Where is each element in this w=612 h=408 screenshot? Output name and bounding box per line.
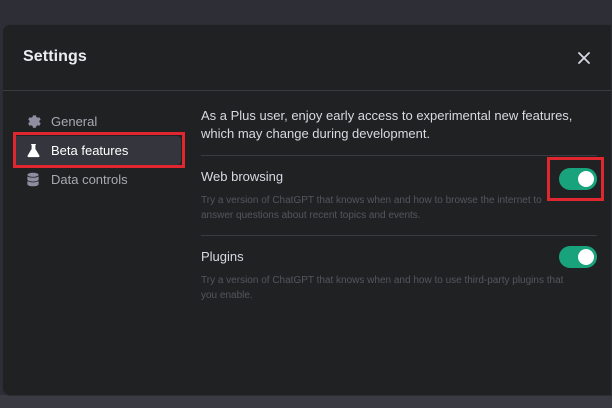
sidebar-item-label: Data controls (51, 172, 128, 187)
flask-icon (25, 143, 41, 159)
sidebar-item-general[interactable]: General (13, 107, 181, 136)
sidebar-item-label: General (51, 114, 98, 129)
settings-content: As a Plus user, enjoy early access to ex… (201, 107, 604, 303)
database-icon (25, 172, 41, 188)
plugins-toggle[interactable] (559, 246, 597, 268)
settings-modal: Settings General Beta features Data cont… (2, 24, 612, 396)
sidebar-item-label: Beta features (51, 143, 129, 158)
web-browsing-toggle[interactable] (559, 168, 597, 190)
page-backdrop-strip (0, 395, 612, 408)
feature-title: Plugins (201, 249, 244, 264)
feature-title: Web browsing (201, 169, 284, 184)
feature-plugins: Plugins Try a version of ChatGPT that kn… (201, 236, 597, 303)
sidebar-item-beta-features[interactable]: Beta features (13, 132, 185, 168)
feature-description: Try a version of ChatGPT that knows when… (201, 195, 542, 221)
feature-description: Try a version of ChatGPT that knows when… (201, 275, 564, 301)
toggle-knob (578, 249, 594, 265)
intro-text: As a Plus user, enjoy early access to ex… (201, 108, 573, 141)
settings-sidebar: General Beta features Data controls (13, 107, 185, 194)
toggle-knob (578, 171, 594, 187)
feature-web-browsing: Web browsing Try a version of ChatGPT th… (201, 156, 604, 223)
close-button[interactable] (575, 49, 593, 67)
modal-title: Settings (23, 48, 87, 65)
modal-header: Settings (3, 25, 611, 91)
gear-icon (25, 114, 41, 130)
close-icon (578, 52, 590, 64)
sidebar-item-data-controls[interactable]: Data controls (13, 165, 181, 194)
